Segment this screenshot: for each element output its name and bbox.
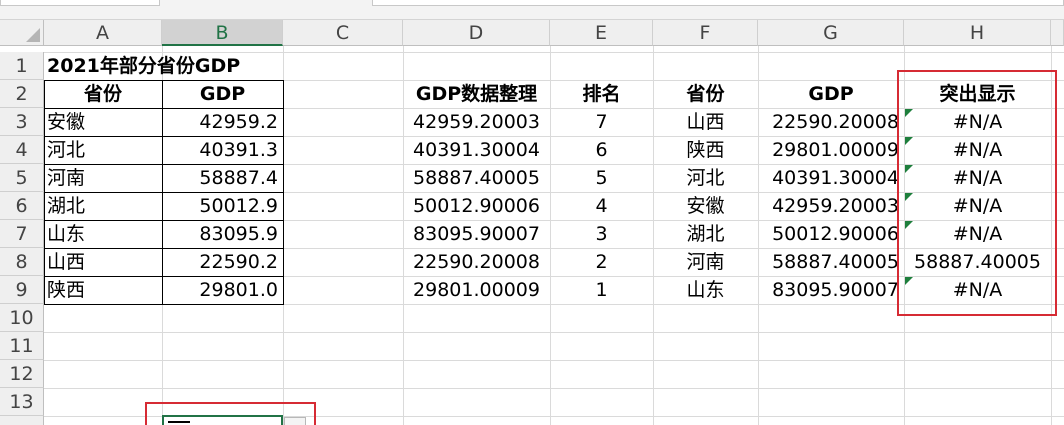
table2-header-gdp[interactable]: GDP [758,80,904,108]
table2-rank-cell[interactable]: 7 [550,108,653,136]
table2-province-cell[interactable]: 山西 [653,108,758,136]
table2-rank-cell[interactable]: 1 [550,276,653,304]
table1-province-cell[interactable]: 安徽 [44,108,162,136]
row-header-13[interactable]: 13 [0,388,44,416]
row-header-partial [0,416,44,425]
highlight-column-box [897,70,1057,316]
table2-header-province[interactable]: 省份 [653,80,758,108]
table2-province-cell[interactable]: 山东 [653,276,758,304]
column-header-b[interactable]: B [162,20,283,46]
row-header-1[interactable]: 1 [0,52,44,80]
row14-label-partial-text [48,420,138,425]
toolbar-strip [0,0,1064,20]
select-all-corner[interactable] [0,20,44,46]
table1-gdp-cell[interactable]: 83095.9 [162,220,283,248]
spreadsheet: A B C D E F G H 1 2 3 4 5 6 7 8 9 10 11 … [0,0,1064,425]
table2-header-rank[interactable]: 排名 [550,80,653,108]
table1-gdp-cell[interactable]: 22590.2 [162,248,283,276]
table1-gdp-cell[interactable]: 29801.0 [162,276,283,304]
table2-gdp-organized-cell[interactable]: 83095.90007 [403,220,550,248]
select-all-triangle-icon [26,28,40,42]
table1-province-cell[interactable]: 陕西 [44,276,162,304]
table2-gdp-organized-cell[interactable]: 58887.40005 [403,164,550,192]
table2-gdp-organized-cell[interactable]: 22590.20008 [403,248,550,276]
table1-gdp-cell[interactable]: 42959.2 [162,108,283,136]
row-header-7[interactable]: 7 [0,220,44,248]
table2-rank-cell[interactable]: 6 [550,136,653,164]
table2-gdp-cell[interactable]: 83095.90007 [758,276,904,304]
row-header-11[interactable]: 11 [0,332,44,360]
table2-gdp-organized-cell[interactable]: 42959.20003 [403,108,550,136]
table2-province-cell[interactable]: 河南 [653,248,758,276]
table2-rank-cell[interactable]: 3 [550,220,653,248]
table1-province-cell[interactable]: 湖北 [44,192,162,220]
column-header-g[interactable]: G [758,20,904,46]
table2-rank-cell[interactable]: 2 [550,248,653,276]
column-header-a[interactable]: A [44,20,162,46]
formula-bar[interactable] [372,0,1064,6]
column-header-d[interactable]: D [403,20,550,46]
table1-province-cell[interactable]: 河南 [44,164,162,192]
table2-gdp-organized-cell[interactable]: 40391.30004 [403,136,550,164]
row-header-12[interactable]: 12 [0,360,44,388]
column-header-blank [1051,20,1064,46]
table2-gdp-cell[interactable]: 22590.20008 [758,108,904,136]
table1-header-gdp[interactable]: GDP [162,80,283,108]
row-header-6[interactable]: 6 [0,192,44,220]
row-header-4[interactable]: 4 [0,136,44,164]
table1-province-cell[interactable]: 山西 [44,248,162,276]
table2-province-cell[interactable]: 陕西 [653,136,758,164]
row-header-9[interactable]: 9 [0,276,44,304]
sheet-title[interactable]: 2021年部分省份GDP [44,52,283,80]
table1-gdp-cell[interactable]: 40391.3 [162,136,283,164]
table2-gdp-cell[interactable]: 40391.30004 [758,164,904,192]
column-header-f[interactable]: F [653,20,758,46]
table1-gdp-cell[interactable]: 58887.4 [162,164,283,192]
row-header-8[interactable]: 8 [0,248,44,276]
table1-gdp-cell[interactable]: 50012.9 [162,192,283,220]
column-header-h[interactable]: H [904,20,1051,46]
row-header-5[interactable]: 5 [0,164,44,192]
table2-gdp-cell[interactable]: 29801.00009 [758,136,904,164]
table2-province-cell[interactable]: 河北 [653,164,758,192]
row-header-10[interactable]: 10 [0,304,44,332]
table2-gdp-cell[interactable]: 42959.20003 [758,192,904,220]
name-box[interactable] [0,0,160,6]
column-header-e[interactable]: E [550,20,653,46]
table2-rank-cell[interactable]: 5 [550,164,653,192]
table1-header-province[interactable]: 省份 [44,80,162,108]
row-header-3[interactable]: 3 [0,108,44,136]
table2-gdp-organized-cell[interactable]: 29801.00009 [403,276,550,304]
table2-header-gdp-organized[interactable]: GDP数据整理 [403,80,550,108]
column-header-c[interactable]: C [283,20,403,46]
input-highlight-box [145,402,316,425]
table2-province-cell[interactable]: 安徽 [653,192,758,220]
table2-gdp-organized-cell[interactable]: 50012.90006 [403,192,550,220]
table2-rank-cell[interactable]: 4 [550,192,653,220]
table1-province-cell[interactable]: 山东 [44,220,162,248]
table1-province-cell[interactable]: 河北 [44,136,162,164]
table2-province-cell[interactable]: 湖北 [653,220,758,248]
row-header-2[interactable]: 2 [0,80,44,108]
table2-gdp-cell[interactable]: 50012.90006 [758,220,904,248]
table2-gdp-cell[interactable]: 58887.40005 [758,248,904,276]
